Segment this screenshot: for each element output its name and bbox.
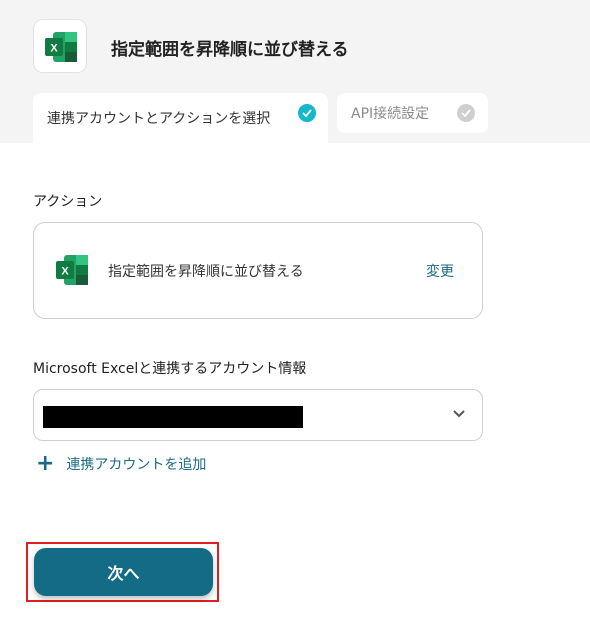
excel-icon: X — [56, 255, 88, 285]
app-icon-box: X — [33, 19, 87, 73]
tab-label: 連携アカウントとアクションを選択 — [47, 111, 271, 127]
action-name: 指定範囲を昇降順に並び替える — [108, 264, 304, 280]
redacted-account-value — [43, 406, 303, 428]
add-account-link[interactable]: + 連携アカウントを追加 — [36, 453, 206, 475]
plus-icon: + — [36, 451, 55, 476]
change-action-link[interactable]: 変更 — [426, 261, 454, 281]
svg-text:X: X — [61, 266, 69, 278]
excel-icon: X — [45, 32, 77, 62]
tab-api-settings[interactable]: API接続設定 — [337, 93, 488, 133]
action-section-label: アクション — [33, 194, 103, 210]
page-title: 指定範囲を昇降順に並び替える — [111, 40, 349, 60]
add-account-label: 連携アカウントを追加 — [66, 457, 207, 473]
tab-label: API接続設定 — [351, 106, 430, 122]
check-icon — [457, 104, 475, 122]
account-section-label: Microsoft Excelと連携するアカウント情報 — [33, 361, 307, 377]
account-select[interactable] — [33, 389, 483, 441]
check-icon — [298, 104, 316, 122]
svg-text:X: X — [50, 43, 58, 55]
chevron-down-icon — [453, 410, 465, 418]
tab-account-action[interactable]: 連携アカウントとアクションを選択 — [33, 93, 328, 143]
action-card: X 指定範囲を昇降順に並び替える 変更 — [33, 222, 483, 319]
next-button[interactable]: 次へ — [34, 548, 213, 596]
